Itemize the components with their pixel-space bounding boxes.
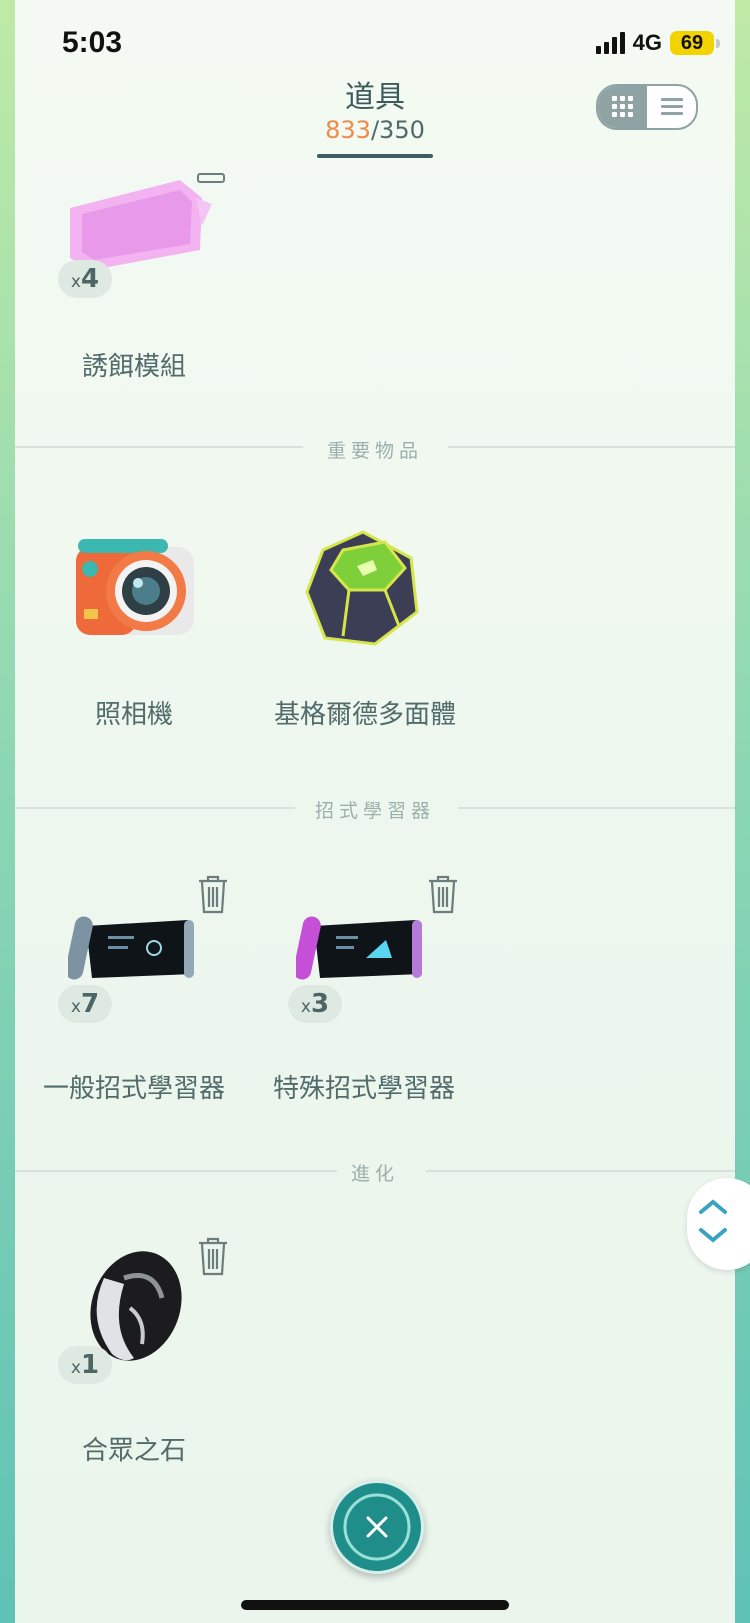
charged-tm-name: 特殊招式學習器 — [272, 1074, 455, 1104]
list-icon — [660, 98, 683, 115]
scroll-control[interactable] — [687, 1178, 750, 1270]
camera-image[interactable] — [70, 535, 200, 649]
status-time: 5:03 — [62, 26, 123, 59]
charged-tm-qty-badge: x3 — [288, 985, 342, 1023]
grid-icon — [611, 96, 633, 117]
fast-tm-qty: 7 — [80, 989, 100, 1019]
zygarde-cube-name: 基格爾德多面體 — [273, 700, 456, 730]
close-icon — [343, 1493, 411, 1561]
linking-stone-qty: 1 — [80, 1350, 100, 1380]
grid-view-button[interactable] — [598, 86, 647, 128]
lure-trash-icon[interactable] — [196, 172, 226, 184]
zygarde-cube-image[interactable] — [303, 528, 423, 652]
network-type: 4G — [632, 30, 662, 55]
status-indicators: 4G 69 — [595, 30, 720, 56]
chevron-up-down-icon — [699, 1199, 727, 1243]
lure-qty: 4 — [80, 264, 100, 294]
section-title-important: 重要物品 — [326, 440, 423, 462]
linking-stone-qty-badge: x1 — [58, 1346, 112, 1384]
charged-tm-image[interactable] — [293, 912, 430, 988]
zygarde-cube-icon — [305, 530, 419, 646]
qty-prefix: x — [70, 997, 81, 1017]
fast-tm-qty-badge: x7 — [58, 985, 112, 1023]
view-toggle[interactable] — [596, 84, 698, 130]
signal-icon — [595, 32, 625, 54]
fast-tm-trash-icon[interactable] — [196, 874, 230, 914]
item-count-separator: / — [370, 116, 380, 144]
battery-tip — [716, 38, 720, 48]
battery-icon: 69 — [670, 31, 714, 55]
qty-prefix: x — [70, 1358, 81, 1378]
list-view-button[interactable] — [647, 86, 696, 128]
lure-name: 誘餌模組 — [81, 352, 186, 382]
linking-stone-trash-icon[interactable] — [196, 1236, 230, 1276]
section-title-tm: 招式學習器 — [314, 800, 435, 822]
tab-underline — [317, 154, 433, 158]
section-title-evolution: 進化 — [350, 1163, 399, 1185]
charged-tm-qty: 3 — [310, 989, 330, 1019]
fast-tm-image[interactable] — [65, 912, 202, 988]
linking-stone-name: 合眾之石 — [81, 1436, 186, 1466]
charged-tm-icon — [293, 916, 422, 980]
home-indicator — [241, 1600, 509, 1610]
battery-level: 69 — [680, 31, 704, 54]
qty-prefix: x — [70, 272, 81, 292]
fast-tm-icon — [65, 916, 194, 980]
camera-name: 照相機 — [94, 700, 173, 730]
item-count-current: 833 — [325, 116, 371, 144]
qty-prefix: x — [300, 997, 311, 1017]
lure-qty-badge: x4 — [58, 260, 112, 298]
item-count-max: 350 — [379, 116, 425, 144]
fast-tm-name: 一般招式學習器 — [42, 1074, 225, 1104]
close-button[interactable] — [330, 1480, 424, 1574]
camera-icon — [76, 539, 194, 635]
charged-tm-trash-icon[interactable] — [426, 874, 460, 914]
